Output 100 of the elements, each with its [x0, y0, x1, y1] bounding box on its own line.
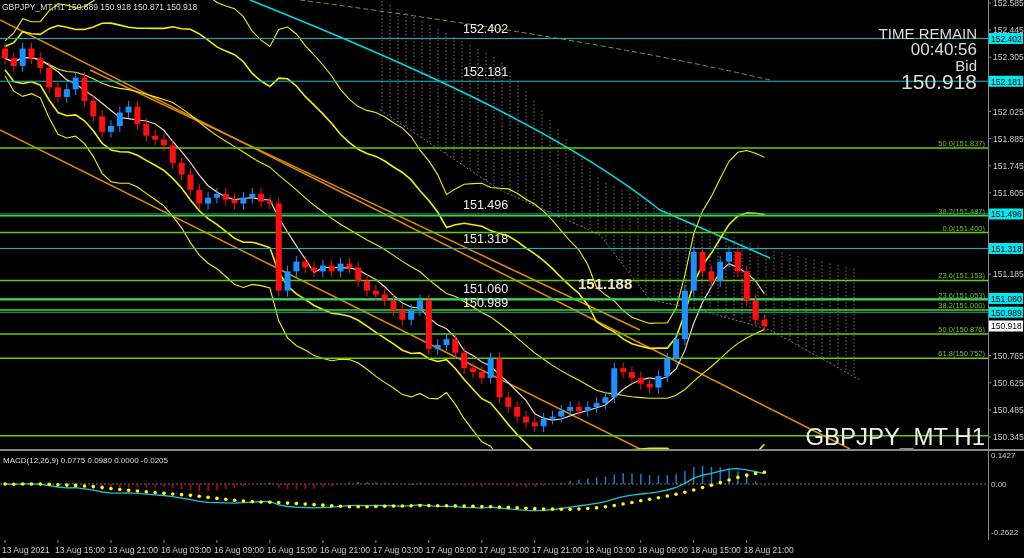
- axis-label: 16 Aug 15:00: [266, 545, 317, 555]
- candle: [549, 410, 556, 425]
- candle: [90, 94, 97, 123]
- axis-label: 13 Aug 21:00: [107, 545, 159, 555]
- candle: [408, 303, 415, 327]
- candle: [81, 71, 88, 108]
- candle: [125, 100, 132, 119]
- level-label: 151.318: [463, 232, 509, 247]
- candle: [2, 42, 8, 65]
- axis-label: 0.1427: [991, 451, 1016, 460]
- candle: [461, 346, 468, 375]
- candle: [346, 257, 353, 274]
- candle: [37, 51, 44, 75]
- candle: [752, 294, 759, 327]
- axis-label: 13 Aug 2021: [2, 545, 50, 555]
- axis-label: 0.00: [991, 480, 1007, 489]
- candle: [169, 139, 176, 170]
- candle: [399, 303, 406, 327]
- price-tag: 151.060: [989, 292, 1023, 304]
- candle: [434, 338, 441, 356]
- axis-label: 152.305: [993, 52, 1024, 63]
- axis-label: 150.625: [993, 377, 1024, 388]
- candle: [284, 265, 291, 298]
- price-tag: 152.181: [989, 75, 1023, 87]
- axis-label: 18 Aug 03:00: [584, 545, 635, 555]
- candle: [496, 352, 503, 404]
- candle: [646, 377, 653, 394]
- candle: [593, 396, 600, 414]
- axis-label: 150.485: [993, 404, 1024, 415]
- candle: [584, 400, 591, 418]
- candle: [19, 42, 26, 73]
- candle: [708, 265, 715, 288]
- candle: [637, 371, 644, 391]
- candle: [196, 183, 203, 210]
- axis-label: -0.2622: [991, 528, 1019, 537]
- candle: [470, 361, 476, 379]
- axis-label: 150.345: [993, 432, 1024, 442]
- axis-label: 152.025: [993, 106, 1024, 117]
- candle: [531, 416, 538, 433]
- level-label: 151.060: [463, 282, 509, 297]
- axis-label: 16 Aug 09:00: [213, 545, 265, 555]
- candle: [664, 352, 671, 383]
- candle: [72, 71, 79, 96]
- candle: [417, 294, 423, 317]
- price-tag: 151.496: [989, 208, 1023, 220]
- candle: [178, 156, 185, 181]
- axis-label: 16 Aug 21:00: [319, 545, 370, 555]
- level-label: 151.496: [463, 198, 509, 212]
- axis-label: 17 Aug 03:00: [372, 545, 423, 555]
- candle: [425, 294, 432, 356]
- candle: [602, 390, 609, 410]
- price-tag: 152.402: [989, 32, 1023, 44]
- level-label: 152.402: [463, 22, 509, 37]
- price-tag: 150.989: [989, 306, 1023, 318]
- candle: [505, 390, 512, 414]
- candle: [761, 313, 768, 333]
- candle: [10, 51, 17, 73]
- candle: [381, 288, 388, 307]
- candle: [240, 191, 247, 210]
- candle: [328, 259, 335, 278]
- candle: [55, 80, 61, 104]
- candle: [743, 265, 750, 307]
- candle: [28, 42, 35, 65]
- candle: [134, 100, 141, 131]
- candle: [222, 187, 229, 206]
- candle: [390, 294, 397, 317]
- axis-label: 17 Aug 09:00: [425, 545, 476, 555]
- candle: [143, 117, 150, 143]
- candle: [355, 261, 362, 288]
- candle: [302, 255, 309, 274]
- current-price-tag: 150.918: [989, 320, 1023, 332]
- axis-label: 17 Aug 15:00: [478, 545, 529, 555]
- candle: [558, 404, 565, 423]
- macd-label: MACD(12,26,9) 0.0775 0.0980 0.0000 -0.0205: [3, 456, 168, 465]
- axis-label: 18 Aug 09:00: [637, 545, 688, 555]
- countdown-text: 00:40:56: [910, 40, 977, 59]
- candle: [452, 332, 459, 360]
- timer-label: TIME REMAIN: [878, 25, 977, 42]
- axis-label: 151.885: [993, 133, 1024, 144]
- axis-label: 16 Aug 03:00: [160, 545, 212, 555]
- candle: [63, 82, 70, 104]
- candle: [337, 257, 344, 278]
- candle: [690, 245, 697, 298]
- axis-label: 151.185: [993, 269, 1024, 280]
- candle: [487, 352, 494, 385]
- price-tag: 151.318: [989, 243, 1023, 254]
- candle: [478, 365, 485, 385]
- axis-label: 17 Aug 21:00: [531, 545, 582, 555]
- axis-label: 150.765: [993, 350, 1024, 361]
- candle: [655, 369, 662, 394]
- candle: [540, 412, 547, 433]
- axis-label: 152.585: [993, 0, 1024, 8]
- price-type-label: Bid: [955, 57, 977, 74]
- candle: [699, 245, 706, 278]
- axis-label: 151.605: [993, 187, 1024, 198]
- candle: [187, 168, 194, 197]
- candle: [293, 255, 300, 278]
- axis-label: 13 Aug 15:00: [55, 545, 106, 555]
- level-label: 152.181: [463, 65, 509, 80]
- candle: [231, 193, 238, 210]
